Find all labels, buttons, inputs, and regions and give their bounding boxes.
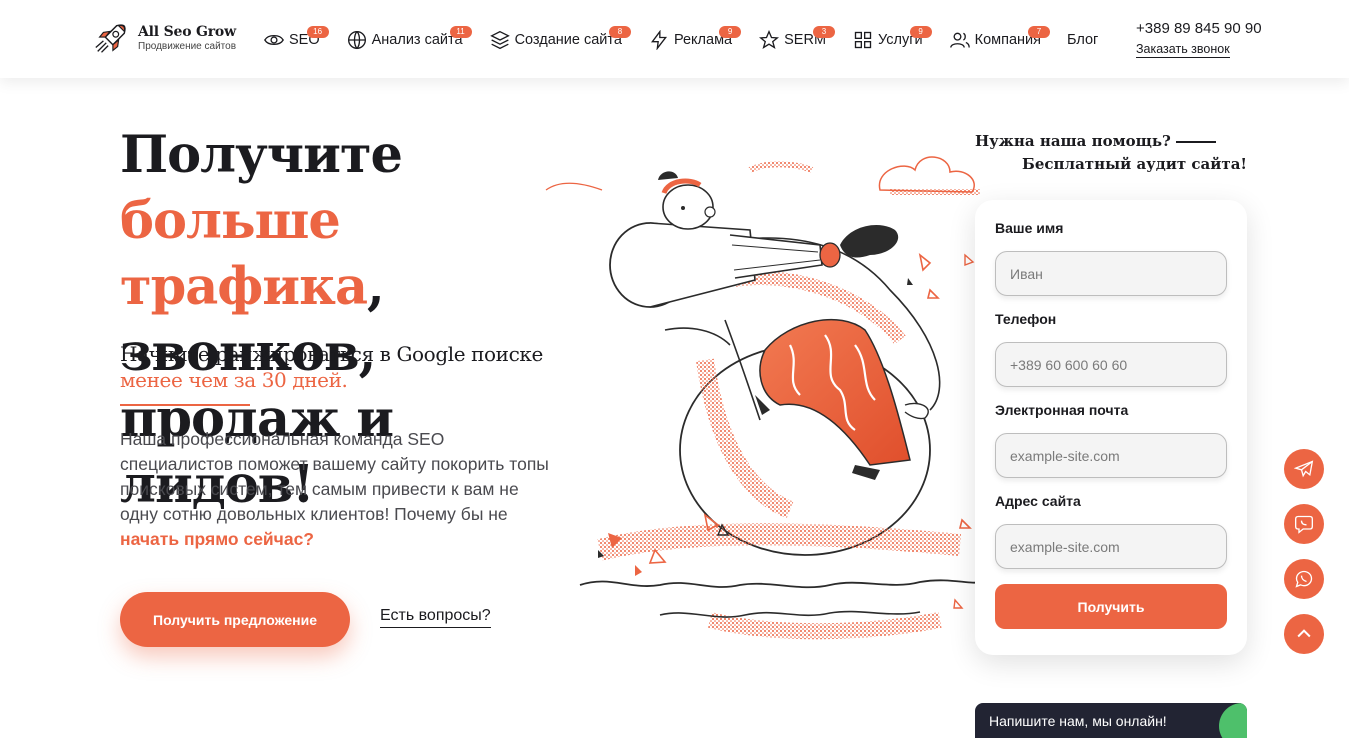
help-heading: Нужна наша помощь? Бесплатный аудит сайт… [975,130,1247,176]
nav-item-advertising[interactable]: Реклама 9 [648,26,742,51]
nav-item-seo[interactable]: SEO 16 [263,26,329,51]
whatsapp-icon [1295,570,1313,588]
website-label: Адрес сайта [995,493,1081,509]
online-indicator [1219,703,1247,738]
site-header: All Seo Grow Продвижение сайтов SEO 16 А… [0,0,1349,78]
lightning-icon [648,29,670,51]
nav-item-site-analysis[interactable]: Анализ сайта 11 [346,26,472,51]
questions-link[interactable]: Есть вопросы? [380,607,491,628]
brand-tagline: Продвижение сайтов [138,41,237,52]
hero-illustration [545,156,981,640]
nav-badge: 3 [813,26,836,38]
nav-label: Создание сайта [514,32,622,48]
description-accent: начать прямо сейчас? [120,529,314,549]
chat-text: Напишите нам, мы онлайн! [989,713,1167,729]
nav-label: Блог [1066,32,1099,48]
nav-badge: 9 [719,26,742,38]
brand-name: All Seo Grow [138,24,236,40]
nav-item-site-creation[interactable]: Создание сайта 8 [489,26,631,51]
nav-label: Анализ сайта [371,32,463,48]
nav-badge: 7 [1027,26,1050,38]
viber-icon [1295,515,1313,534]
description-text: Наша профессиональная команда SEO специа… [120,429,549,524]
phone-field[interactable] [995,342,1227,387]
help-dash [1175,140,1216,143]
name-field[interactable] [995,251,1227,296]
hero-subtitle: Начните ранжироваться в Google поиске ме… [120,341,590,393]
subtitle-accent: менее чем за 30 дней. [120,368,348,392]
users-icon [949,29,971,51]
hero-description: Наша профессиональная команда SEO специа… [120,427,550,552]
nav-badge: 11 [449,26,472,38]
subtitle-divider [120,404,250,406]
hero-title-accent: больше трафика [120,191,368,317]
subtitle-text: Начните ранжироваться в Google поиске [120,342,543,366]
logo[interactable]: All Seo Grow Продвижение сайтов [92,20,236,58]
website-field[interactable] [995,524,1227,569]
whatsapp-button[interactable] [1284,559,1324,599]
phone-label: Телефон [995,311,1057,327]
get-offer-button[interactable]: Получить предложение [120,592,350,647]
nav-item-services[interactable]: Услуги 9 [852,26,932,51]
telegram-button[interactable] [1284,449,1324,489]
grid-icon [852,29,874,51]
phone-number[interactable]: +389 89 845 90 90 [1136,20,1262,37]
chat-widget[interactable]: Напишите нам, мы онлайн! [975,703,1247,738]
star-icon [758,29,780,51]
rocket-icon [95,24,126,53]
viber-button[interactable] [1284,504,1324,544]
callback-link[interactable]: Заказать звонок [1136,42,1230,58]
scroll-top-button[interactable] [1284,614,1324,654]
globe-icon [346,29,368,51]
email-field[interactable] [995,433,1227,478]
hero-title-part1: Получите [120,125,403,185]
nav-item-blog[interactable]: Блог [1067,32,1098,48]
telegram-icon [1294,460,1314,478]
arrow-up-icon [1297,629,1311,638]
nav-badge: 16 [306,26,329,38]
email-label: Электронная почта [995,402,1129,418]
submit-button[interactable]: Получить [995,584,1227,629]
audit-form: Ваше имя Телефон Электронная почта Адрес… [975,200,1247,655]
contact-box: +389 89 845 90 90 Заказать звонок [1136,20,1262,58]
nav-badge: 8 [608,26,631,38]
help-line-1: Нужна наша помощь? [975,132,1171,150]
nav-item-serm[interactable]: SERM 3 [758,26,836,51]
help-line-2: Бесплатный аудит сайта! [1022,155,1247,173]
nav-badge: 9 [909,26,932,38]
eye-icon [263,29,285,51]
nav-item-company[interactable]: Компания 7 [949,26,1050,51]
main-nav: SEO 16 Анализ сайта 11 Создание сайта 8 … [263,26,1098,51]
layers-icon [489,29,511,51]
name-label: Ваше имя [995,220,1064,236]
